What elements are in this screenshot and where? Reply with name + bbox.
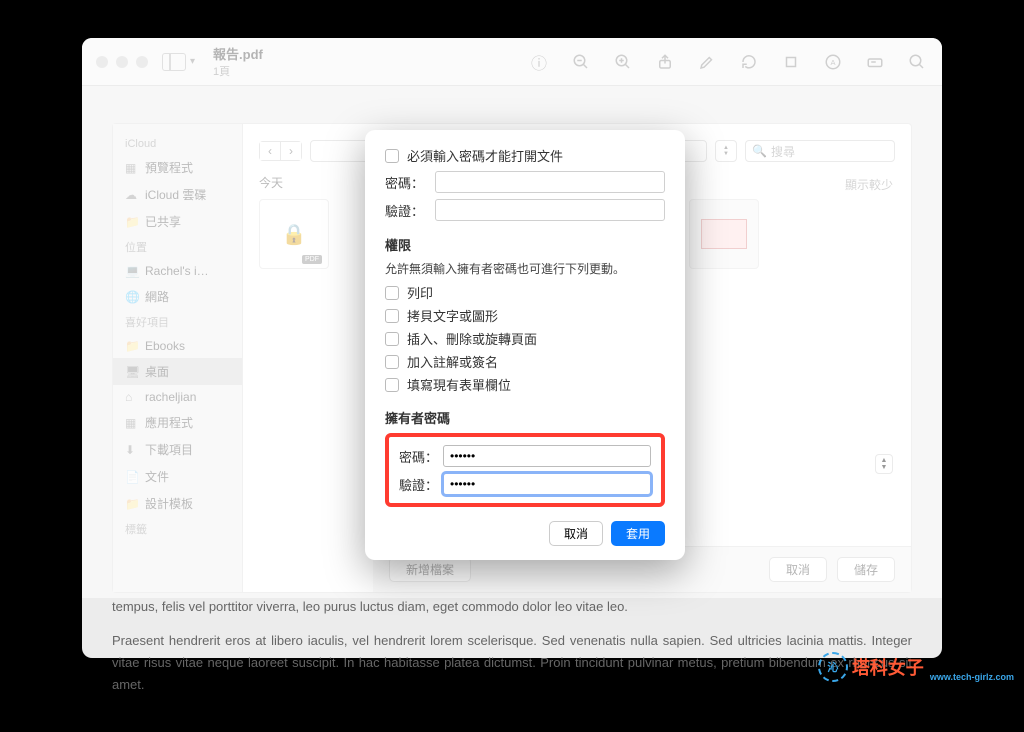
new-folder-button[interactable]: 新增檔案 xyxy=(389,557,471,582)
text-icon[interactable]: A xyxy=(822,51,844,73)
sidebar-item-downloads[interactable]: ⬇下載項目 xyxy=(113,436,242,463)
crop-icon[interactable] xyxy=(780,51,802,73)
app-icon: ▦ xyxy=(125,161,139,175)
perm-annotate-label: 加入註解或簽名 xyxy=(407,352,498,371)
show-less-button[interactable]: 顯示較少 xyxy=(845,176,893,193)
cancel-button[interactable]: 取消 xyxy=(769,557,827,582)
sidebar-item-documents[interactable]: 📄文件 xyxy=(113,463,242,490)
file-thumb-pdf[interactable]: 🔒 PDF xyxy=(259,199,329,269)
verify-label: 驗證： xyxy=(385,201,435,220)
app-icon: ▦ xyxy=(125,416,139,430)
open-verify-input[interactable] xyxy=(435,199,665,221)
svg-text:A: A xyxy=(830,58,835,67)
perm-form-label: 填寫現有表單欄位 xyxy=(407,375,511,394)
highlight-icon[interactable] xyxy=(864,51,886,73)
require-password-row: 必須輸入密碼才能打開文件 xyxy=(385,146,665,165)
watermark-icon: 沁 xyxy=(818,652,848,682)
search-field[interactable]: 🔍搜尋 xyxy=(745,140,895,162)
page-count: 1頁 xyxy=(213,63,263,79)
perm-print-label: 列印 xyxy=(407,283,433,302)
perm-print-checkbox[interactable] xyxy=(385,286,399,300)
watermark: 沁 塔科女子 www.tech-girlz.com xyxy=(818,652,1014,682)
password-label: 密碼： xyxy=(385,173,435,192)
perm-copy-checkbox[interactable] xyxy=(385,309,399,323)
titlebar: ▾ 報告.pdf 1頁 ⓘ A xyxy=(82,38,942,86)
sidebar-item-icloud[interactable]: ☁iCloud 雲碟 xyxy=(113,181,242,208)
save-button[interactable]: 儲存 xyxy=(837,557,895,582)
owner-password-highlight: 密碼： 驗證： xyxy=(385,433,665,507)
sidebar-section: 標籤 xyxy=(113,517,242,541)
perm-edit-checkbox[interactable] xyxy=(385,332,399,346)
filename: 報告.pdf xyxy=(213,44,263,63)
password-sheet: 必須輸入密碼才能打開文件 密碼： 驗證： 權限 允許無須輸入擁有者密碼也可進行下… xyxy=(365,130,685,560)
sidebar-item-shared[interactable]: 📁已共享 xyxy=(113,208,242,235)
sidebar-item-home[interactable]: ⌂racheljian xyxy=(113,385,242,409)
format-stepper[interactable]: ▲▼ xyxy=(875,454,893,474)
sheet-apply-button[interactable]: 套用 xyxy=(611,521,665,546)
sheet-cancel-button[interactable]: 取消 xyxy=(549,521,603,546)
home-icon: ⌂ xyxy=(125,390,139,404)
back-forward[interactable]: ‹› xyxy=(259,141,302,161)
owner-verify-input[interactable] xyxy=(443,473,651,495)
doc-icon: 📄 xyxy=(125,470,139,484)
magnifier-icon: 🔍 xyxy=(752,144,767,158)
zoom-out-icon[interactable] xyxy=(570,51,592,73)
finder-sidebar: iCloud ▦預覽程式 ☁iCloud 雲碟 📁已共享 位置 💻Rachel'… xyxy=(113,124,243,592)
folder-icon: 📁 xyxy=(125,339,139,353)
computer-icon: 💻 xyxy=(125,264,139,278)
document-body-text: tempus, felis vel porttitor viverra, leo… xyxy=(82,596,942,696)
owner-verify-label: 驗證： xyxy=(399,475,443,494)
toolbar: ⓘ A xyxy=(528,51,928,73)
folder-icon: 📁 xyxy=(125,215,139,229)
sidebar-section: 位置 xyxy=(113,235,242,259)
sidebar-item-network[interactable]: 🌐網路 xyxy=(113,283,242,310)
cloud-icon: ☁ xyxy=(125,188,139,202)
back-button[interactable]: ‹ xyxy=(260,142,281,160)
window-title: 報告.pdf 1頁 xyxy=(213,44,263,79)
permissions-title: 權限 xyxy=(385,235,665,254)
owner-password-input[interactable] xyxy=(443,445,651,467)
watermark-url: www.tech-girlz.com xyxy=(930,672,1014,682)
globe-icon: 🌐 xyxy=(125,290,139,304)
sort-stepper[interactable]: ▲▼ xyxy=(715,140,737,162)
owner-password-label: 密碼： xyxy=(399,447,443,466)
sidebar-item-ebooks[interactable]: 📁Ebooks xyxy=(113,334,242,358)
owner-password-title: 擁有者密碼 xyxy=(385,408,665,427)
sidebar-toggle-icon[interactable] xyxy=(162,53,186,71)
sidebar-item-apps[interactable]: ▦應用程式 xyxy=(113,409,242,436)
sidebar-item-desktop[interactable]: 🖥桌面 xyxy=(113,358,242,385)
folder-icon: 📁 xyxy=(125,497,139,511)
permissions-subtitle: 允許無須輸入擁有者密碼也可進行下列更動。 xyxy=(385,260,665,277)
require-password-label: 必須輸入密碼才能打開文件 xyxy=(407,146,563,165)
require-password-checkbox[interactable] xyxy=(385,149,399,163)
chevron-down-icon[interactable]: ▾ xyxy=(190,56,195,67)
share-icon[interactable] xyxy=(654,51,676,73)
watermark-brand: 塔科女子 xyxy=(852,654,924,680)
download-icon: ⬇ xyxy=(125,443,139,457)
desktop-icon: 🖥 xyxy=(125,365,139,379)
sidebar-item-computer[interactable]: 💻Rachel's i… xyxy=(113,259,242,283)
perm-annotate-checkbox[interactable] xyxy=(385,355,399,369)
file-thumb-image[interactable] xyxy=(689,199,759,269)
sidebar-section: iCloud xyxy=(113,134,242,154)
zoom-in-icon[interactable] xyxy=(612,51,634,73)
sidebar-section: 喜好項目 xyxy=(113,310,242,334)
window-controls[interactable] xyxy=(96,56,148,68)
perm-edit-label: 插入、刪除或旋轉頁面 xyxy=(407,329,537,348)
sidebar-item-preview[interactable]: ▦預覽程式 xyxy=(113,154,242,181)
search-icon[interactable] xyxy=(906,51,928,73)
forward-button[interactable]: › xyxy=(281,142,301,160)
info-icon[interactable]: ⓘ xyxy=(528,51,550,73)
rotate-icon[interactable] xyxy=(738,51,760,73)
open-password-input[interactable] xyxy=(435,171,665,193)
sidebar-item-templates[interactable]: 📁設計模板 xyxy=(113,490,242,517)
pdf-badge: PDF xyxy=(302,255,322,264)
lock-icon: 🔒 xyxy=(282,222,307,247)
perm-copy-label: 拷貝文字或圖形 xyxy=(407,306,498,325)
perm-form-checkbox[interactable] xyxy=(385,378,399,392)
markup-icon[interactable] xyxy=(696,51,718,73)
